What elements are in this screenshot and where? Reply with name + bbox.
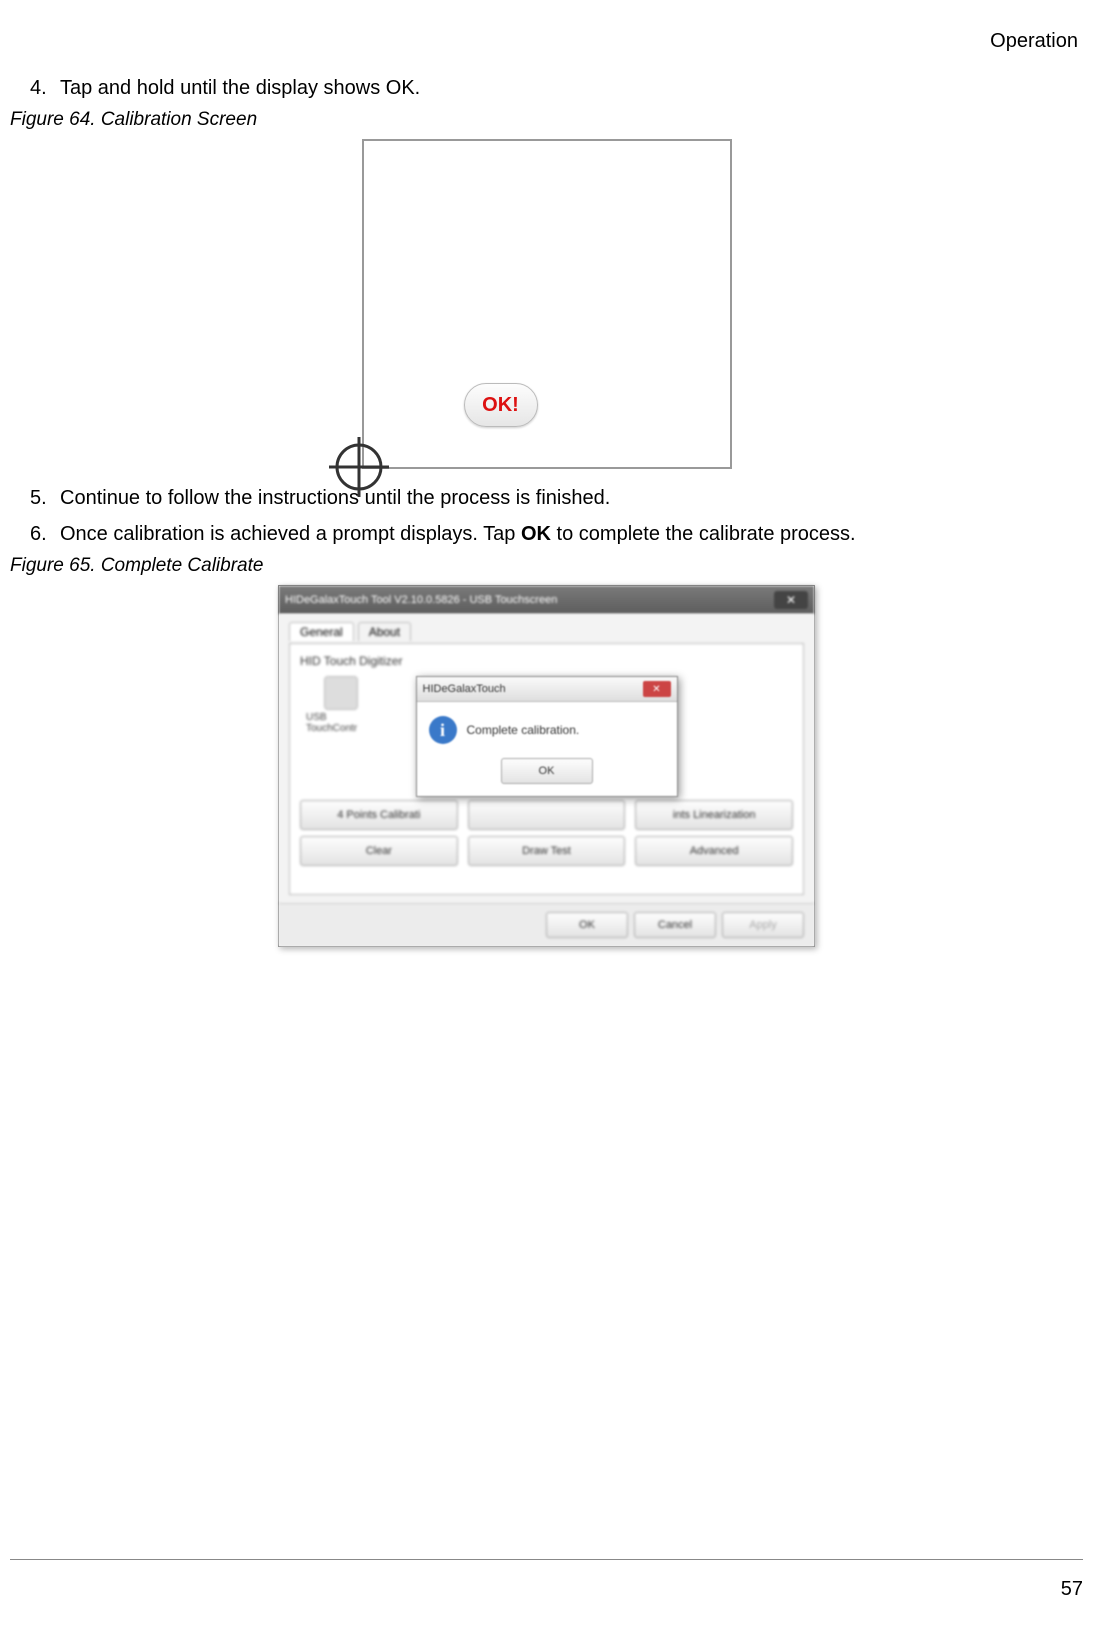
info-icon: i (429, 716, 457, 744)
device-icon (324, 676, 358, 710)
step-number: 4. (30, 73, 60, 103)
step-5: 5. Continue to follow the instructions u… (30, 483, 1083, 513)
step-number: 6. (30, 519, 60, 549)
panel-header: HID Touch Digitizer (300, 654, 793, 668)
step-text-bold: OK (521, 523, 551, 545)
dialog-titlebar: HIDeGalaxTouch ✕ (417, 677, 677, 702)
step-text-suffix: to complete the calibrate process. (551, 523, 856, 545)
window-cancel-button[interactable]: Cancel (634, 912, 716, 938)
dialog-ok-button[interactable]: OK (501, 758, 593, 784)
middle-button[interactable] (468, 800, 626, 830)
dialog-close-icon[interactable]: ✕ (643, 681, 671, 697)
window-apply-button[interactable]: Apply (722, 912, 804, 938)
close-icon[interactable]: ✕ (774, 591, 808, 609)
step-number: 5. (30, 483, 60, 513)
step-text: Tap and hold until the display shows OK. (60, 73, 1083, 103)
figure-64: OK! (10, 139, 1083, 469)
calibration-dialog: HIDeGalaxTouch ✕ i Complete calibration.… (416, 676, 678, 797)
titlebar: HIDeGalaxTouch Tool V2.10.0.5826 - USB T… (279, 586, 814, 614)
dialog-title: HIDeGalaxTouch (423, 683, 506, 695)
calibration-screen: OK! (362, 139, 732, 469)
page-footer: 57 (10, 1559, 1083, 1601)
window-title: HIDeGalaxTouch Tool V2.10.0.5826 - USB T… (285, 594, 557, 606)
figure-64-caption: Figure 64. Calibration Screen (10, 109, 1083, 131)
crosshair-icon (329, 437, 389, 497)
window-ok-button[interactable]: OK (546, 912, 628, 938)
bottom-bar: OK Cancel Apply (279, 903, 814, 946)
ok-badge: OK! (464, 383, 538, 427)
device-item[interactable]: USB TouchContr (306, 676, 376, 734)
draw-test-button[interactable]: Draw Test (468, 836, 626, 866)
advanced-button[interactable]: Advanced (635, 836, 793, 866)
step-4: 4. Tap and hold until the display shows … (30, 73, 1083, 103)
step-text: Continue to follow the instructions unti… (60, 483, 1083, 513)
tab-about[interactable]: About (358, 622, 411, 641)
clear-button[interactable]: Clear (300, 836, 458, 866)
tab-general[interactable]: General (289, 622, 354, 641)
four-points-calibration-button[interactable]: 4 Points Calibrati (300, 800, 458, 830)
device-label: USB TouchContr (306, 712, 376, 734)
step-6: 6. Once calibration is achieved a prompt… (30, 519, 1083, 549)
dialog-message: Complete calibration. (467, 723, 580, 737)
section-header: Operation (10, 30, 1083, 53)
linearization-button[interactable]: ints Linearization (635, 800, 793, 830)
step-text: Once calibration is achieved a prompt di… (60, 519, 1083, 549)
step-text-prefix: Once calibration is achieved a prompt di… (60, 523, 521, 545)
figure-65-caption: Figure 65. Complete Calibrate (10, 555, 1083, 577)
tool-window: HIDeGalaxTouch Tool V2.10.0.5826 - USB T… (278, 585, 815, 947)
figure-65: HIDeGalaxTouch Tool V2.10.0.5826 - USB T… (10, 585, 1083, 947)
page-number: 57 (1061, 1578, 1083, 1600)
